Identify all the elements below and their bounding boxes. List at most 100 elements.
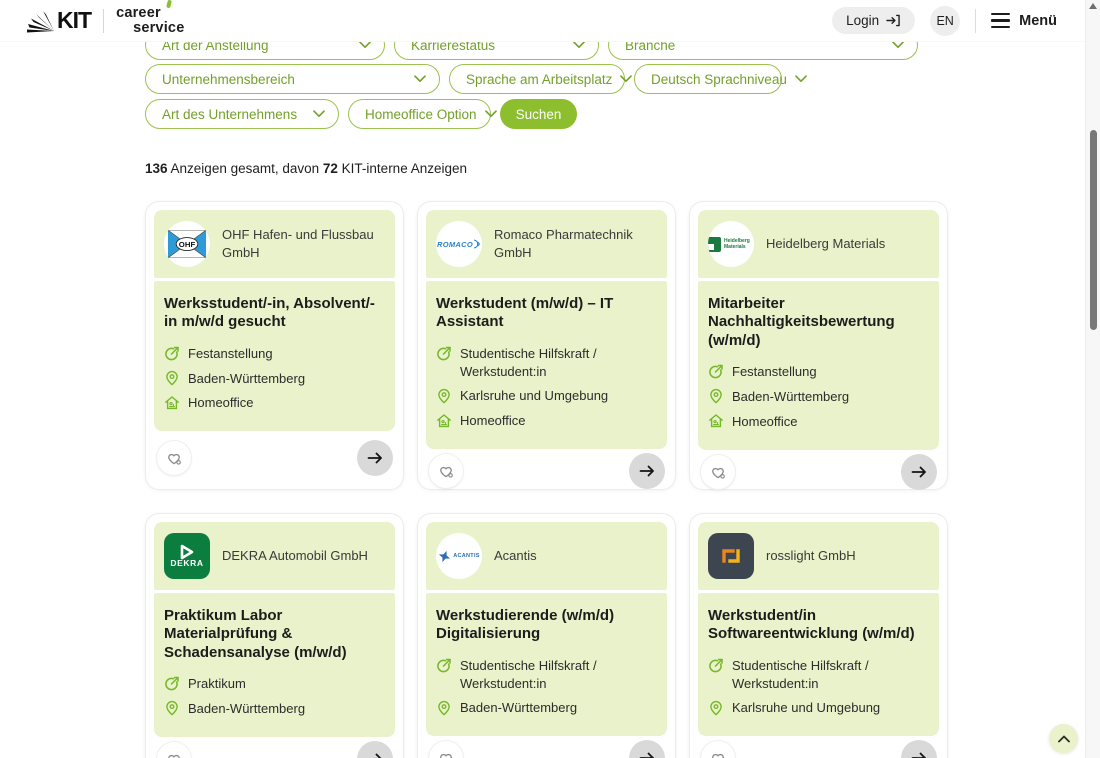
job-card-footer — [698, 450, 939, 490]
filter-sprache-am-arbeitsplatz[interactable]: Sprache am Arbeitsplatz — [449, 64, 625, 94]
job-title: Mitarbeiter Nachhaltigkeitsbewertung (w/… — [708, 295, 929, 350]
results-total: 136 — [145, 161, 168, 176]
tag-location: Baden-Württemberg — [164, 700, 385, 718]
filter-deutsch-sprachniveau[interactable]: Deutsch Sprachniveau — [634, 64, 782, 94]
job-card[interactable]: OHF OHF Hafen- und Flussbau GmbH Werksst… — [145, 201, 404, 490]
open-job-button[interactable] — [629, 453, 665, 489]
brand-group[interactable]: KIT career service — [25, 6, 184, 36]
brand-divider — [103, 9, 104, 33]
favorite-button[interactable] — [156, 440, 192, 476]
favorite-button[interactable] — [156, 741, 192, 758]
chevron-down-icon — [620, 75, 632, 83]
kit-wordmark: KIT — [57, 7, 91, 34]
open-job-button[interactable] — [357, 741, 393, 758]
arrow-right-icon — [366, 449, 384, 467]
job-card-body: Mitarbeiter Nachhaltigkeitsbewertung (w/… — [698, 281, 939, 450]
tag-location: Baden-Württemberg — [436, 699, 657, 717]
login-button[interactable]: Login — [832, 7, 915, 34]
job-card[interactable]: rosslight GmbH Werkstudent/in Softwareen… — [689, 513, 948, 758]
job-title: Praktikum Labor Materialprüfung & Schade… — [164, 607, 385, 662]
chevron-down-icon — [892, 41, 904, 49]
career-service-logo: career service — [116, 6, 184, 36]
job-title: Werkstudent (m/w/d) – IT Assistant — [436, 295, 657, 332]
company-name: Acantis — [494, 547, 537, 565]
hamburger-icon — [991, 13, 1010, 28]
kit-logo: KIT — [25, 7, 91, 34]
login-arrow-icon — [886, 14, 901, 27]
location-icon — [436, 700, 452, 716]
favorite-button[interactable] — [428, 453, 464, 489]
results-text: Anzeigen gesamt, davon — [168, 161, 323, 176]
company-logo: ACANTIS — [436, 533, 482, 579]
search-button[interactable]: Suchen — [500, 99, 577, 129]
open-job-button[interactable] — [901, 454, 937, 490]
scrollbar-thumb[interactable] — [1090, 130, 1097, 330]
tag-label: Karlsruhe und Umgebung — [732, 699, 880, 717]
job-card-header: DEKRA DEKRA Automobil GmbH — [154, 522, 395, 590]
job-title: Werkstudierende (w/m/d) Digitalisierung — [436, 607, 657, 644]
chevron-up-icon — [1058, 735, 1070, 743]
tag-employment-type: Praktikum — [164, 675, 385, 693]
job-card[interactable]: ROMACO Romaco Pharmatechnik GmbH Werkstu… — [417, 201, 676, 490]
open-job-button[interactable] — [901, 740, 937, 758]
language-button[interactable]: EN — [930, 6, 960, 36]
favorite-button[interactable] — [700, 740, 736, 758]
filter-homeoffice-option[interactable]: Homeoffice Option — [348, 99, 491, 129]
results-text: KIT-interne Anzeigen — [338, 161, 467, 176]
company-logo: ROMACO — [436, 221, 482, 267]
tag-location: Baden-Württemberg — [164, 370, 385, 388]
employment-type-icon — [708, 657, 724, 673]
job-card[interactable]: DEKRA DEKRA Automobil GmbH Praktikum Lab… — [145, 513, 404, 758]
favorite-button[interactable] — [428, 740, 464, 758]
tag-employment-type: Studentische Hilfskraft / Werkstudent:in — [436, 345, 657, 381]
scroll-to-top-button[interactable] — [1049, 724, 1078, 753]
job-card-header: rosslight GmbH — [698, 522, 939, 590]
homeoffice-icon — [436, 413, 452, 429]
company-logo: OHF — [164, 221, 210, 267]
heart-icon — [437, 462, 455, 480]
homeoffice-icon — [164, 395, 180, 411]
job-card-footer — [426, 736, 667, 758]
chevron-down-icon — [359, 41, 371, 49]
company-logo: DEKRA — [164, 533, 210, 579]
location-icon — [164, 700, 180, 716]
job-card-header: ROMACO Romaco Pharmatechnik GmbH — [426, 210, 667, 278]
career-line1: career — [116, 6, 184, 21]
company-logo — [708, 533, 754, 579]
filter-art-des-unternehmens[interactable]: Art des Unternehmens — [145, 99, 339, 129]
job-card[interactable]: ACANTIS Acantis Werkstudierende (w/m/d) … — [417, 513, 676, 758]
open-job-button[interactable] — [357, 440, 393, 476]
career-line2: service — [133, 21, 184, 36]
employment-type-icon — [164, 345, 180, 361]
open-job-button[interactable] — [629, 740, 665, 758]
heidelberg-icon — [708, 237, 721, 252]
filter-label: Sprache am Arbeitsplatz — [466, 72, 612, 87]
scrollbar-track[interactable] — [1085, 0, 1100, 758]
tag-label: Studentische Hilfskraft / Werkstudent:in — [732, 657, 929, 693]
employment-type-icon — [436, 657, 452, 673]
job-card-header: Heidelberg Materials Heidelberg Material… — [698, 210, 939, 278]
favorite-button[interactable] — [700, 454, 736, 490]
company-name: rosslight GmbH — [766, 547, 856, 565]
chevron-down-icon — [795, 75, 807, 83]
tag-label: Studentische Hilfskraft / Werkstudent:in — [460, 657, 657, 693]
heart-icon — [165, 449, 183, 467]
job-card[interactable]: Heidelberg Materials Heidelberg Material… — [689, 201, 948, 490]
job-card-body: Werkstudent/in Softwareentwicklung (w/m/… — [698, 593, 939, 736]
tag-employment-type: Studentische Hilfskraft / Werkstudent:in — [436, 657, 657, 693]
tag-label: Baden-Württemberg — [460, 699, 577, 717]
employment-type-icon — [708, 363, 724, 379]
rosslight-icon — [718, 543, 744, 569]
tag-label: Festanstellung — [188, 345, 273, 363]
scrollbar-up-arrow[interactable] — [1089, 3, 1097, 9]
job-card-footer — [154, 737, 395, 758]
login-label: Login — [846, 13, 879, 28]
menu-button[interactable]: Menü — [991, 13, 1057, 29]
chevron-down-icon — [485, 110, 497, 118]
logo-text: ACANTIS — [453, 553, 480, 559]
logo-text: Heidelberg Materials — [724, 238, 754, 250]
filter-unternehmensbereich[interactable]: Unternehmensbereich — [145, 64, 440, 94]
job-card-body: Werkstudierende (w/m/d) Digitalisierung … — [426, 593, 667, 736]
tag-label: Baden-Württemberg — [188, 370, 305, 388]
heart-icon — [709, 749, 727, 758]
